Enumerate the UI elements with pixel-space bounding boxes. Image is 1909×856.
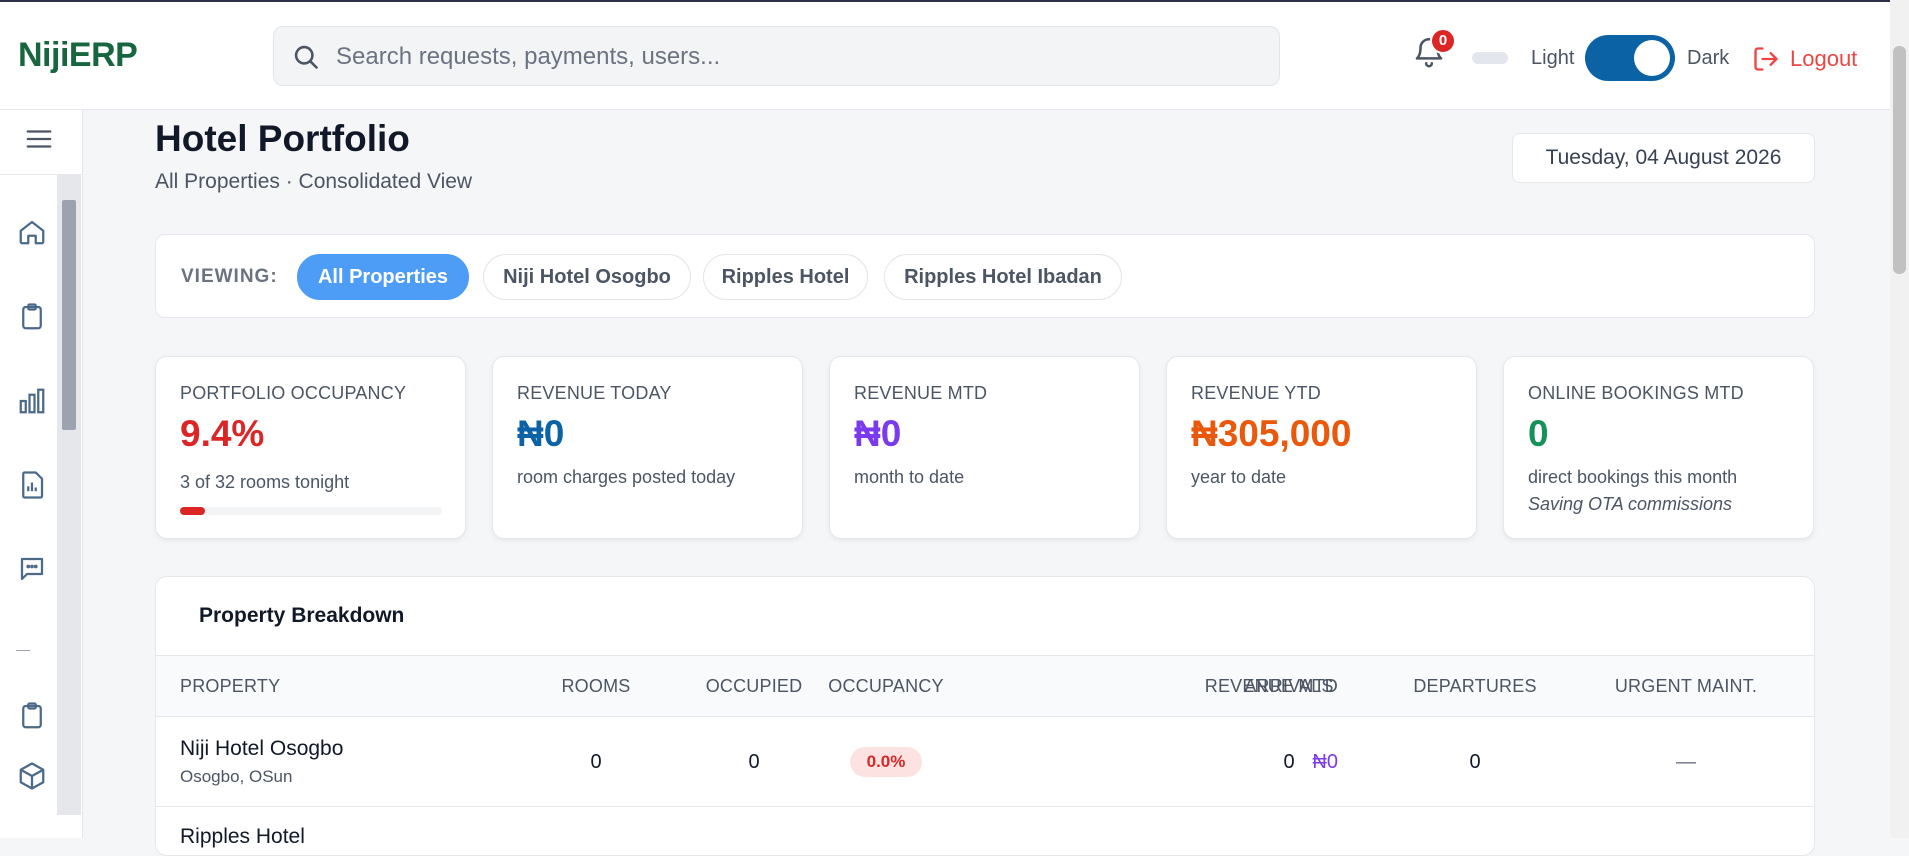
logout-button[interactable]: Logout xyxy=(1752,42,1857,76)
column-header-arrivals[interactable]: ARRIVALS xyxy=(1199,676,1379,697)
departures-value: 0 xyxy=(1469,751,1481,773)
rooms-value: 0 xyxy=(590,751,602,773)
report-icon[interactable] xyxy=(17,470,47,500)
table-header: PROPERTY ROOMS OCCUPIED OCCUPANCY REVENU… xyxy=(156,655,1814,717)
theme-dark-label: Dark xyxy=(1687,47,1730,69)
kpi-label: PORTFOLIO OCCUPANCY xyxy=(180,383,407,403)
sidebar-scrollbar-thumb[interactable] xyxy=(62,200,76,430)
property-location: Osogbo, OSun xyxy=(180,767,293,786)
kpi-card-occupancy: PORTFOLIO OCCUPANCY 9.4% 3 of 32 rooms t… xyxy=(155,356,466,539)
filter-chip-niji-hotel-osogbo[interactable]: Niji Hotel Osogbo xyxy=(483,254,691,300)
notification-count-badge: 0 xyxy=(1430,28,1456,54)
bar-chart-icon[interactable] xyxy=(17,386,47,416)
menu-icon[interactable] xyxy=(24,124,54,154)
kpi-value: ₦0 xyxy=(854,413,902,454)
kpi-subtext: direct bookings this month xyxy=(1528,467,1738,487)
theme-toggle[interactable] xyxy=(1585,35,1675,81)
kpi-label: ONLINE BOOKINGS MTD xyxy=(1528,383,1744,403)
home-icon[interactable] xyxy=(17,217,47,247)
theme-light-label: Light xyxy=(1531,47,1575,69)
kpi-subtext: 3 of 32 rooms tonight xyxy=(180,472,350,492)
property-breakdown-card: Property Breakdown PROPERTY ROOMS OCCUPI… xyxy=(155,576,1815,856)
table-row[interactable]: Niji Hotel Osogbo Osogbo, OSun 0 0 0.0% … xyxy=(156,717,1814,807)
occupied-value: 0 xyxy=(748,751,760,773)
sidebar xyxy=(0,110,83,838)
cube-icon[interactable] xyxy=(17,761,47,791)
filter-chip-ripples-hotel-ibadan[interactable]: Ripples Hotel Ibadan xyxy=(884,254,1122,300)
occupancy-progress-track xyxy=(180,507,442,515)
sidebar-section-divider xyxy=(16,650,30,651)
status-pill xyxy=(1472,52,1508,64)
search-box[interactable] xyxy=(273,26,1280,86)
kpi-label: REVENUE YTD xyxy=(1191,383,1321,403)
search-input[interactable] xyxy=(334,37,1258,77)
app-logo[interactable]: NijiERP xyxy=(18,36,138,75)
filter-chip-ripples-hotel[interactable]: Ripples Hotel xyxy=(703,254,868,300)
breakdown-title: Property Breakdown xyxy=(199,604,405,627)
kpi-subtext: year to date xyxy=(1191,467,1287,487)
clipboard-icon[interactable] xyxy=(17,701,47,731)
occupancy-badge: 0.0% xyxy=(850,747,922,777)
column-header-rooms[interactable]: ROOMS xyxy=(506,676,686,697)
page-subtitle: All Properties · Consolidated View xyxy=(155,170,473,193)
theme-toggle-knob xyxy=(1634,40,1670,76)
kpi-card-revenue-today: REVENUE TODAY ₦0 room charges posted tod… xyxy=(492,356,803,539)
logout-icon xyxy=(1754,47,1778,71)
kpi-subtext: month to date xyxy=(854,467,965,487)
page-scrollbar-thumb[interactable] xyxy=(1893,46,1906,274)
property-name[interactable]: Ripples Hotel xyxy=(180,825,305,849)
table-row[interactable]: Ripples Hotel xyxy=(156,807,1814,855)
kpi-card-revenue-mtd: REVENUE MTD ₦0 month to date xyxy=(829,356,1140,539)
kpi-value: 9.4% xyxy=(180,413,265,454)
date-display: Tuesday, 04 August 2026 xyxy=(1512,133,1815,183)
filter-chip-all-properties[interactable]: All Properties xyxy=(297,254,469,300)
kpi-card-revenue-ytd: REVENUE YTD ₦305,000 year to date xyxy=(1166,356,1477,539)
column-header-departures[interactable]: DEPARTURES xyxy=(1385,676,1565,697)
chat-icon[interactable] xyxy=(17,554,47,584)
top-bar: NijiERP 0 Light Dark Logout xyxy=(0,0,1890,110)
occupancy-progress-fill xyxy=(180,507,205,515)
kpi-note: Saving OTA commissions xyxy=(1528,494,1733,514)
clipboard-icon[interactable] xyxy=(17,302,47,332)
search-icon xyxy=(294,45,318,69)
kpi-value: ₦305,000 xyxy=(1191,413,1352,454)
kpi-card-online-bookings: ONLINE BOOKINGS MTD 0 direct bookings th… xyxy=(1503,356,1814,539)
viewing-label: VIEWING: xyxy=(181,266,278,287)
page-title: Hotel Portfolio xyxy=(155,118,410,159)
kpi-label: REVENUE MTD xyxy=(854,383,988,403)
arrivals-value: 0 xyxy=(1283,751,1295,773)
kpi-value: ₦0 xyxy=(517,413,565,454)
logout-label: Logout xyxy=(1790,46,1858,71)
property-filter-bar: VIEWING: All Properties Niji Hotel Osogb… xyxy=(155,234,1815,318)
column-header-occupancy[interactable]: OCCUPANCY xyxy=(796,676,976,697)
property-name[interactable]: Niji Hotel Osogbo xyxy=(180,737,343,761)
column-header-property[interactable]: PROPERTY xyxy=(180,676,280,697)
kpi-label: REVENUE TODAY xyxy=(517,383,672,403)
kpi-subtext: room charges posted today xyxy=(517,467,736,487)
urgent-maint-value: — xyxy=(1676,751,1696,773)
column-header-urgent-maint[interactable]: URGENT MAINT. xyxy=(1576,676,1796,697)
kpi-value: 0 xyxy=(1528,413,1549,454)
